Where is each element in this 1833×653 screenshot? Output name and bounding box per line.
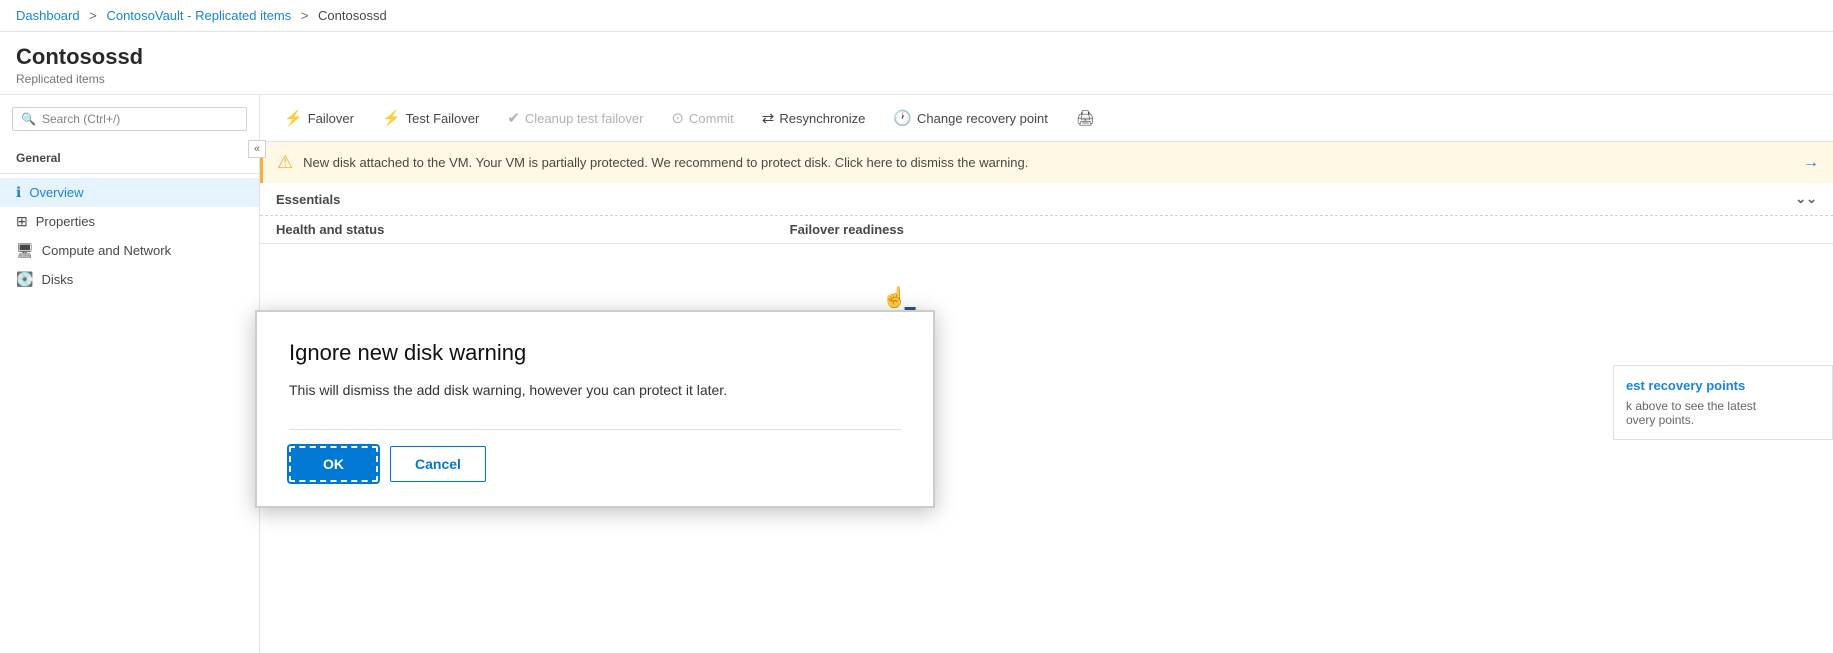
modal-cancel-button[interactable]: Cancel <box>390 446 486 482</box>
modal-footer: OK Cancel <box>289 429 901 482</box>
modal-body: This will dismiss the add disk warning, … <box>289 380 901 401</box>
modal-title: Ignore new disk warning <box>289 340 901 366</box>
modal-dialog: Ignore new disk warning This will dismis… <box>255 310 935 508</box>
modal-ok-button[interactable]: OK <box>289 446 378 482</box>
